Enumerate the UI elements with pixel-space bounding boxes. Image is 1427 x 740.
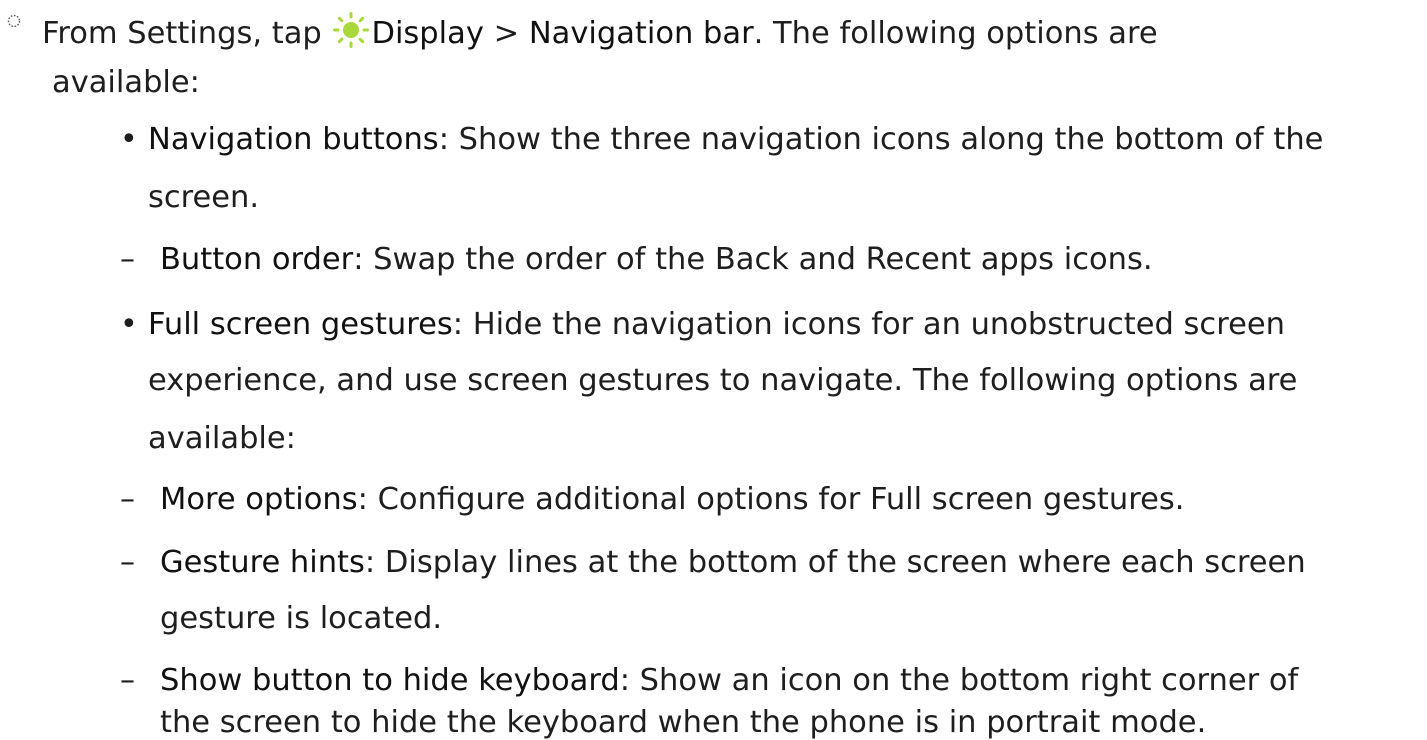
item-text-continuation: screen.: [148, 180, 260, 215]
list-subitem-gesture-hints: Gesture hints: Display lines at the bott…: [160, 545, 1306, 580]
step-suffix: . The following options are: [753, 16, 1158, 51]
item-text-3: available:: [148, 421, 296, 456]
list-subitem-more-options: More options: Configure additional optio…: [160, 482, 1185, 517]
display-link[interactable]: Display: [371, 16, 483, 51]
item-text-2: screen.: [148, 180, 260, 215]
path-separator: >: [483, 16, 529, 51]
subitem-text: : Swap the order of the Back and Recent …: [353, 242, 1153, 277]
subitem-text: : Show an icon on the bottom right corne…: [619, 663, 1299, 698]
step-prefix: From Settings, tap: [42, 16, 332, 51]
step-line-1: From Settings, tap Display > Navigation …: [42, 12, 1158, 50]
subitem-text: : Configure additional options for Full …: [357, 482, 1185, 517]
subitem-dash: –: [120, 242, 135, 277]
item-label: Navigation buttons: [148, 122, 439, 157]
subitem-text: : Display lines at the bottom of the scr…: [364, 545, 1306, 580]
subitem-dash: –: [120, 663, 135, 698]
subitem-label: More options: [160, 482, 358, 517]
subitem-text-continuation: the screen to hide the keyboard when the…: [160, 707, 1206, 739]
item-text-continuation: available:: [148, 421, 296, 456]
subitem-label: Button order: [160, 242, 354, 277]
step-suffix-2: available:: [52, 65, 200, 100]
subitem-label: Gesture hints: [160, 545, 365, 580]
subitem-text-continuation: gesture is located.: [160, 601, 443, 636]
step-marker-icon: [7, 14, 21, 28]
list-item-full-screen-gestures: Full screen gestures: Hide the navigatio…: [148, 307, 1285, 342]
list-subitem-button-order: Button order: Swap the order of the Back…: [160, 242, 1153, 277]
document-page: { "step": { "prefix": "From Settings, ta…: [0, 0, 1427, 738]
subitem-text-2: gesture is located.: [160, 601, 443, 636]
item-text-continuation: experience, and use screen gestures to n…: [148, 363, 1298, 398]
step-line-2: available:: [52, 65, 200, 100]
display-sun-icon: [333, 12, 370, 48]
list-item-navigation-buttons: Navigation buttons: Show the three navig…: [148, 122, 1324, 157]
subitem-label: Show button to hide keyboard: [160, 663, 620, 698]
list-subitem-show-button-to-hide-keyboard: Show button to hide keyboard: Show an ic…: [160, 663, 1299, 698]
item-label: Full screen gestures: [148, 307, 453, 342]
item-bullet: •: [120, 307, 138, 342]
navigation-bar-link[interactable]: Navigation bar: [529, 16, 754, 51]
item-text: : Show the three navigation icons along …: [438, 122, 1324, 157]
item-text-2: experience, and use screen gestures to n…: [148, 363, 1298, 398]
item-text: : Hide the navigation icons for an unobs…: [452, 307, 1285, 342]
item-bullet: •: [120, 122, 138, 157]
subitem-dash: –: [120, 545, 135, 580]
subitem-dash: –: [120, 482, 135, 517]
